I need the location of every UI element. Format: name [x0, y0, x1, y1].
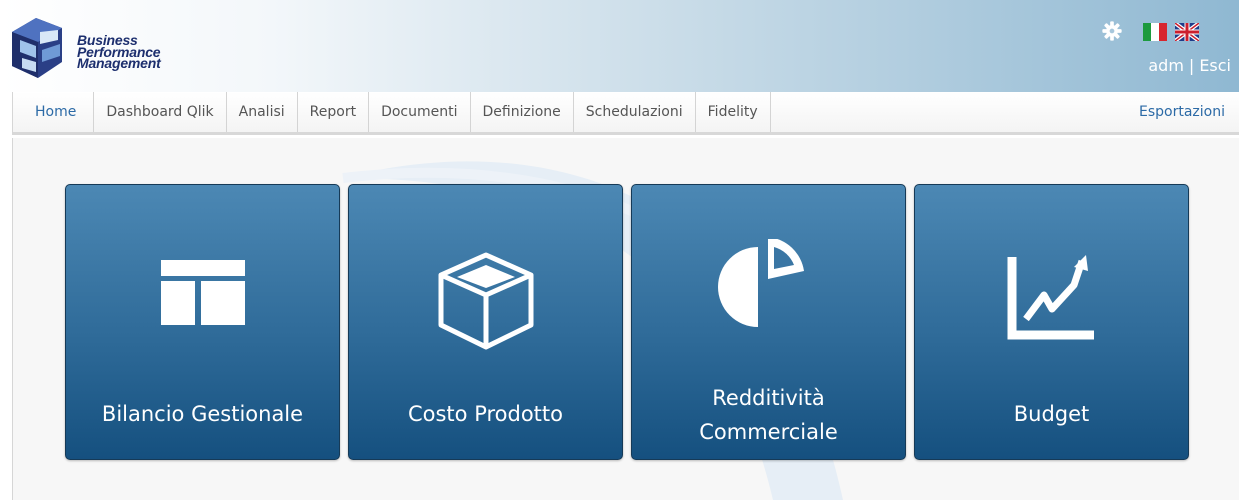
gear-icon[interactable] [1101, 20, 1123, 42]
logo-line-management: Management [77, 55, 161, 71]
logout-link[interactable]: Esci [1199, 56, 1231, 75]
tile-label: Costo Prodotto [407, 402, 564, 426]
tile-label: Bilancio Gestionale [101, 402, 304, 426]
header-tools: adm | Esci [1101, 20, 1231, 80]
logo-text: Business Performance Management [77, 33, 161, 71]
tile-label: Redditività Commerciale [632, 381, 905, 449]
pie-chart-icon [717, 239, 804, 327]
tile-budget[interactable]: Budget [914, 184, 1189, 460]
table-layout-icon [160, 260, 245, 325]
tile-icon-wrap [632, 239, 905, 357]
nav-item-analisi[interactable]: Analisi [227, 92, 298, 132]
tile-icon-wrap [915, 247, 1188, 357]
tile-costo-prodotto[interactable]: Costo Prodotto [348, 184, 623, 460]
nav-items: Home Dashboard Qlik Analisi Report Docum… [13, 92, 771, 132]
nav-item-fidelity[interactable]: Fidelity [696, 92, 771, 132]
tile-label-line-1: Redditività [712, 386, 825, 410]
nav-item-dashboard-qlik[interactable]: Dashboard Qlik [94, 92, 227, 132]
tile-redditivita-commerciale[interactable]: Redditività Commerciale [631, 184, 906, 460]
uk-flag-icon[interactable] [1175, 23, 1199, 41]
user-menu: adm | Esci [1148, 56, 1231, 75]
nav-item-esportazioni[interactable]: Esportazioni [1139, 92, 1225, 132]
user-separator: | [1188, 56, 1195, 75]
app-header: Business Performance Management adm | Es… [0, 0, 1239, 92]
tile-bilancio-gestionale[interactable]: Bilancio Gestionale [65, 184, 340, 460]
nav-item-schedulazioni[interactable]: Schedulazioni [574, 92, 696, 132]
nav-item-report[interactable]: Report [298, 92, 370, 132]
username-label[interactable]: adm [1148, 56, 1184, 75]
tile-icon-wrap [66, 247, 339, 357]
line-chart-icon [1007, 255, 1094, 340]
tile-label: Budget [1013, 402, 1090, 426]
box-icon [438, 252, 533, 350]
nav-item-definizione[interactable]: Definizione [471, 92, 574, 132]
tile-label-line-2: Commerciale [699, 420, 838, 444]
italian-flag-icon[interactable] [1143, 23, 1167, 41]
tile-icon-wrap [349, 247, 622, 357]
nav-item-home[interactable]: Home [13, 92, 95, 132]
main-content: Bilancio Gestionale Costo Prodotto Reddi… [12, 138, 1239, 500]
main-nav: Home Dashboard Qlik Analisi Report Docum… [12, 92, 1239, 135]
nav-item-documenti[interactable]: Documenti [369, 92, 471, 132]
bpm-logo[interactable]: Business Performance Management [6, 10, 206, 86]
bpm-logo-mark-icon [12, 18, 62, 78]
